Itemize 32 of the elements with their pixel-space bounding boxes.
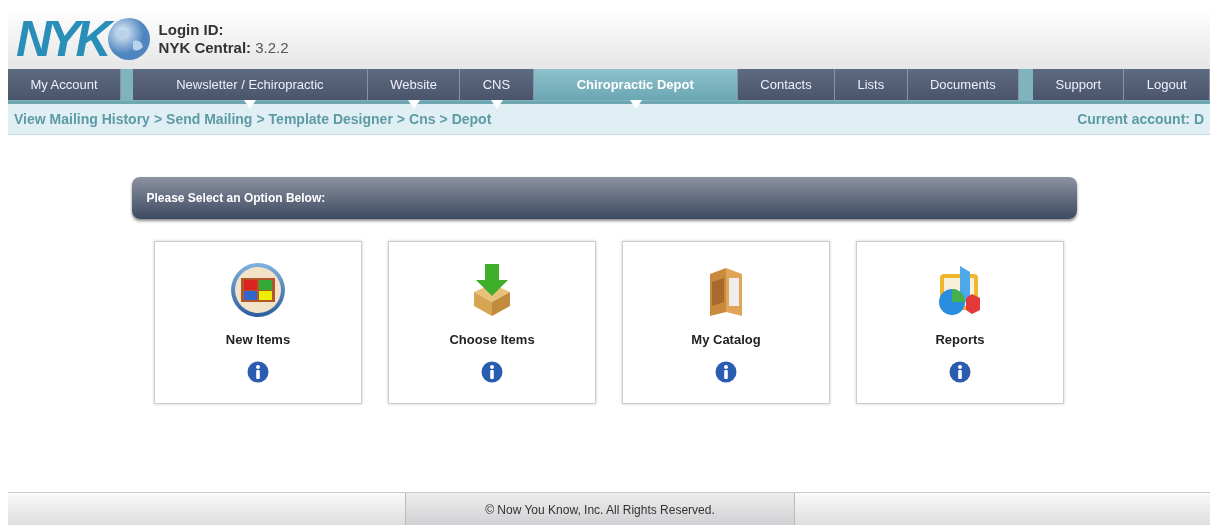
info-icon[interactable] bbox=[949, 361, 971, 383]
version-label: NYK Central: bbox=[158, 38, 252, 56]
nav-tab[interactable]: Logout bbox=[1124, 69, 1210, 100]
option-label: New Items bbox=[225, 332, 291, 347]
nav-tab[interactable]: My Account bbox=[8, 69, 121, 100]
nav-tab[interactable]: Documents bbox=[907, 69, 1020, 100]
nav-tab[interactable]: CNS bbox=[460, 69, 534, 100]
info-icon[interactable] bbox=[481, 361, 503, 383]
info-icon[interactable] bbox=[247, 361, 269, 383]
option-label: Reports bbox=[935, 332, 985, 347]
option-card[interactable]: New Items bbox=[154, 241, 362, 404]
color-grid-icon bbox=[230, 262, 286, 318]
nav-tab[interactable]: Newsletter / Echiropractic bbox=[133, 69, 368, 100]
breadcrumb-separator: > bbox=[439, 111, 448, 127]
login-label: Login ID: bbox=[158, 20, 225, 39]
nav-tab[interactable]: Lists bbox=[835, 69, 908, 100]
copyright-text: © Now You Know, Inc. All Rights Reserved. bbox=[405, 493, 795, 525]
current-account: Current account: D bbox=[1077, 111, 1204, 127]
nav-tab[interactable]: Contacts bbox=[737, 69, 836, 100]
option-card[interactable]: Reports bbox=[856, 241, 1064, 404]
breadcrumb-separator: > bbox=[153, 111, 163, 127]
version-number: 3.2.2 bbox=[255, 38, 289, 56]
option-card[interactable]: Choose Items bbox=[388, 241, 596, 404]
breadcrumb-separator: > bbox=[256, 111, 265, 127]
breadcrumb-separator: > bbox=[396, 111, 406, 127]
option-label: My Catalog bbox=[691, 332, 761, 347]
panel-title: Please Select an Option Below: bbox=[131, 177, 1077, 219]
nav-tab[interactable]: Support bbox=[1033, 69, 1125, 100]
option-card[interactable]: My Catalog bbox=[622, 241, 830, 404]
nav-tab[interactable]: Website bbox=[367, 69, 461, 100]
option-label: Choose Items bbox=[449, 332, 535, 347]
info-icon[interactable] bbox=[715, 361, 737, 383]
